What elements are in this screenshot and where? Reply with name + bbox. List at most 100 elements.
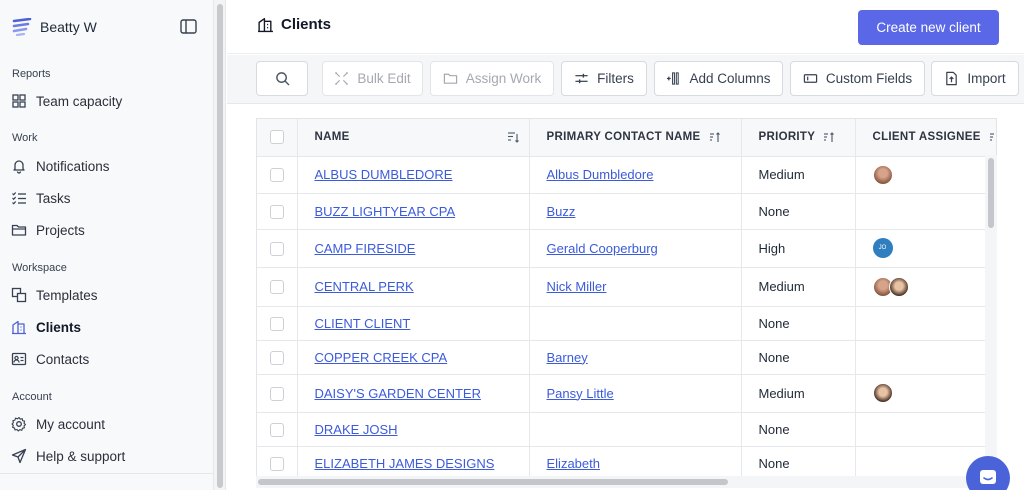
assign-work-button[interactable]: Assign Work bbox=[430, 61, 554, 96]
column-header-priority[interactable]: PRIORITY bbox=[741, 119, 856, 157]
workspace-name: Beatty W bbox=[40, 19, 97, 35]
create-client-button[interactable]: Create new client bbox=[858, 10, 999, 45]
import-button[interactable]: Import bbox=[931, 61, 1019, 96]
client-name-cell: ELIZABETH JAMES DESIGNS bbox=[297, 446, 530, 477]
sort-icon[interactable] bbox=[823, 131, 835, 143]
row-checkbox[interactable] bbox=[269, 241, 284, 256]
table-horizontal-scrollbar[interactable] bbox=[256, 476, 986, 488]
sidebar-item-team-capacity[interactable]: Team capacity bbox=[11, 90, 122, 112]
sidebar-item-notifications[interactable]: Notifications bbox=[11, 155, 110, 177]
sort-icon[interactable] bbox=[989, 131, 997, 143]
client-name-link[interactable]: CAMP FIRESIDE bbox=[315, 241, 416, 256]
primary-contact-link[interactable]: Nick Miller bbox=[547, 279, 607, 294]
table-row[interactable]: CENTRAL PERK Nick Miller Medium bbox=[257, 267, 996, 307]
bulk-edit-button[interactable]: Bulk Edit bbox=[322, 61, 423, 96]
sidebar-scrollbar[interactable] bbox=[214, 0, 226, 490]
table-row[interactable]: COPPER CREEK CPA Barney None bbox=[257, 340, 996, 375]
page-header: Clients Create new client bbox=[227, 0, 1024, 54]
sidebar-collapse-icon[interactable] bbox=[180, 19, 197, 34]
primary-contact-link[interactable]: Elizabeth bbox=[547, 456, 600, 471]
sidebar-item-projects[interactable]: Projects bbox=[11, 219, 85, 241]
sidebar-item-help-support[interactable]: Help & support bbox=[11, 445, 125, 467]
row-checkbox[interactable] bbox=[269, 168, 284, 183]
row-checkbox[interactable] bbox=[269, 350, 284, 365]
table-horizontal-scrollbar-thumb[interactable] bbox=[258, 479, 728, 485]
row-checkbox[interactable] bbox=[269, 422, 284, 437]
section-reports: Reports bbox=[12, 68, 51, 80]
avatar[interactable] bbox=[888, 276, 909, 297]
client-name-link[interactable]: COPPER CREEK CPA bbox=[315, 350, 448, 365]
sidebar-item-my-account[interactable]: My account bbox=[11, 413, 105, 435]
table-vertical-scrollbar-thumb[interactable] bbox=[988, 158, 994, 228]
assignee-cell bbox=[855, 267, 996, 307]
building-icon bbox=[258, 17, 273, 33]
row-checkbox[interactable] bbox=[269, 316, 284, 331]
sort-icon[interactable] bbox=[709, 131, 721, 143]
assignee-cell bbox=[855, 374, 996, 413]
custom-fields-button[interactable]: Custom Fields bbox=[790, 61, 925, 96]
table-row[interactable]: ELIZABETH JAMES DESIGNS Elizabeth None bbox=[257, 446, 996, 477]
avatar[interactable] bbox=[872, 164, 893, 185]
section-workspace: Workspace bbox=[12, 262, 67, 274]
table-vertical-scrollbar[interactable] bbox=[985, 155, 997, 477]
row-checkbox[interactable] bbox=[269, 386, 284, 401]
primary-contact-link[interactable]: Pansy Little bbox=[547, 386, 614, 401]
client-name-link[interactable]: ALBUS DUMBLEDORE bbox=[315, 167, 453, 182]
client-name-link[interactable]: CENTRAL PERK bbox=[315, 279, 414, 294]
column-header-name[interactable]: NAME bbox=[297, 119, 530, 157]
sidebar-item-templates[interactable]: Templates bbox=[11, 284, 98, 306]
primary-contact-link[interactable]: Gerald Cooperburg bbox=[547, 241, 658, 256]
sidebar-item-tasks[interactable]: Tasks bbox=[11, 187, 71, 209]
client-name-link[interactable]: ELIZABETH JAMES DESIGNS bbox=[315, 456, 495, 471]
primary-contact-link[interactable]: Barney bbox=[547, 350, 588, 365]
avatar[interactable]: JO bbox=[872, 238, 893, 258]
row-checkbox[interactable] bbox=[269, 280, 284, 295]
add-columns-label: Add Columns bbox=[689, 71, 771, 86]
table-row[interactable]: DRAKE JOSH None bbox=[257, 412, 996, 447]
table-row[interactable]: BUZZ LIGHTYEAR CPA Buzz None bbox=[257, 193, 996, 230]
sidebar-divider bbox=[0, 473, 214, 474]
primary-contact-cell bbox=[529, 412, 742, 447]
chat-icon bbox=[980, 470, 996, 484]
file-import-icon bbox=[946, 71, 958, 86]
send-icon bbox=[11, 448, 27, 464]
sort-descending-icon[interactable] bbox=[507, 131, 519, 144]
table-row[interactable]: CLIENT CLIENT None bbox=[257, 306, 996, 341]
client-name-link[interactable]: DRAKE JOSH bbox=[315, 422, 398, 437]
add-columns-icon bbox=[667, 72, 680, 85]
client-name-link[interactable]: CLIENT CLIENT bbox=[315, 316, 411, 331]
brand-logo-icon bbox=[12, 18, 32, 36]
sidebar-item-contacts[interactable]: Contacts bbox=[11, 348, 89, 370]
select-all-checkbox[interactable] bbox=[269, 130, 284, 145]
select-all-cell bbox=[257, 119, 298, 157]
client-name-cell: ALBUS DUMBLEDORE bbox=[297, 156, 530, 194]
sidebar-item-clients[interactable]: Clients bbox=[11, 316, 81, 338]
row-select-cell bbox=[257, 193, 298, 230]
search-button[interactable] bbox=[256, 61, 308, 96]
row-select-cell bbox=[257, 229, 298, 268]
client-name-link[interactable]: BUZZ LIGHTYEAR CPA bbox=[315, 204, 456, 219]
primary-contact-cell: Albus Dumbledore bbox=[529, 156, 742, 194]
custom-fields-label: Custom Fields bbox=[825, 71, 913, 86]
priority-cell: None bbox=[741, 412, 856, 447]
table-row[interactable]: ALBUS DUMBLEDORE Albus Dumbledore Medium bbox=[257, 156, 996, 194]
workspace-switcher[interactable]: Beatty W bbox=[12, 16, 97, 38]
filters-button[interactable]: Filters bbox=[561, 61, 647, 96]
primary-contact-link[interactable]: Buzz bbox=[547, 204, 576, 219]
table-row[interactable]: CAMP FIRESIDE Gerald Cooperburg High JO bbox=[257, 229, 996, 268]
row-checkbox[interactable] bbox=[269, 456, 284, 471]
column-header-primary-contact[interactable]: PRIMARY CONTACT NAME bbox=[529, 119, 742, 157]
avatar[interactable] bbox=[872, 383, 893, 403]
row-checkbox[interactable] bbox=[269, 204, 284, 219]
sidebar-scrollbar-thumb[interactable] bbox=[217, 4, 223, 488]
primary-contact-link[interactable]: Albus Dumbledore bbox=[547, 167, 654, 182]
page-title: Clients bbox=[257, 16, 331, 33]
client-name-cell: COPPER CREEK CPA bbox=[297, 340, 530, 375]
column-header-client-assignee[interactable]: CLIENT ASSIGNEE bbox=[855, 119, 997, 157]
add-columns-button[interactable]: Add Columns bbox=[654, 61, 783, 96]
priority-cell: Medium bbox=[741, 374, 856, 413]
client-name-link[interactable]: DAISY'S GARDEN CENTER bbox=[315, 386, 481, 401]
table-row[interactable]: DAISY'S GARDEN CENTER Pansy Little Mediu… bbox=[257, 374, 996, 413]
row-select-cell bbox=[257, 374, 298, 413]
section-work: Work bbox=[12, 132, 38, 144]
